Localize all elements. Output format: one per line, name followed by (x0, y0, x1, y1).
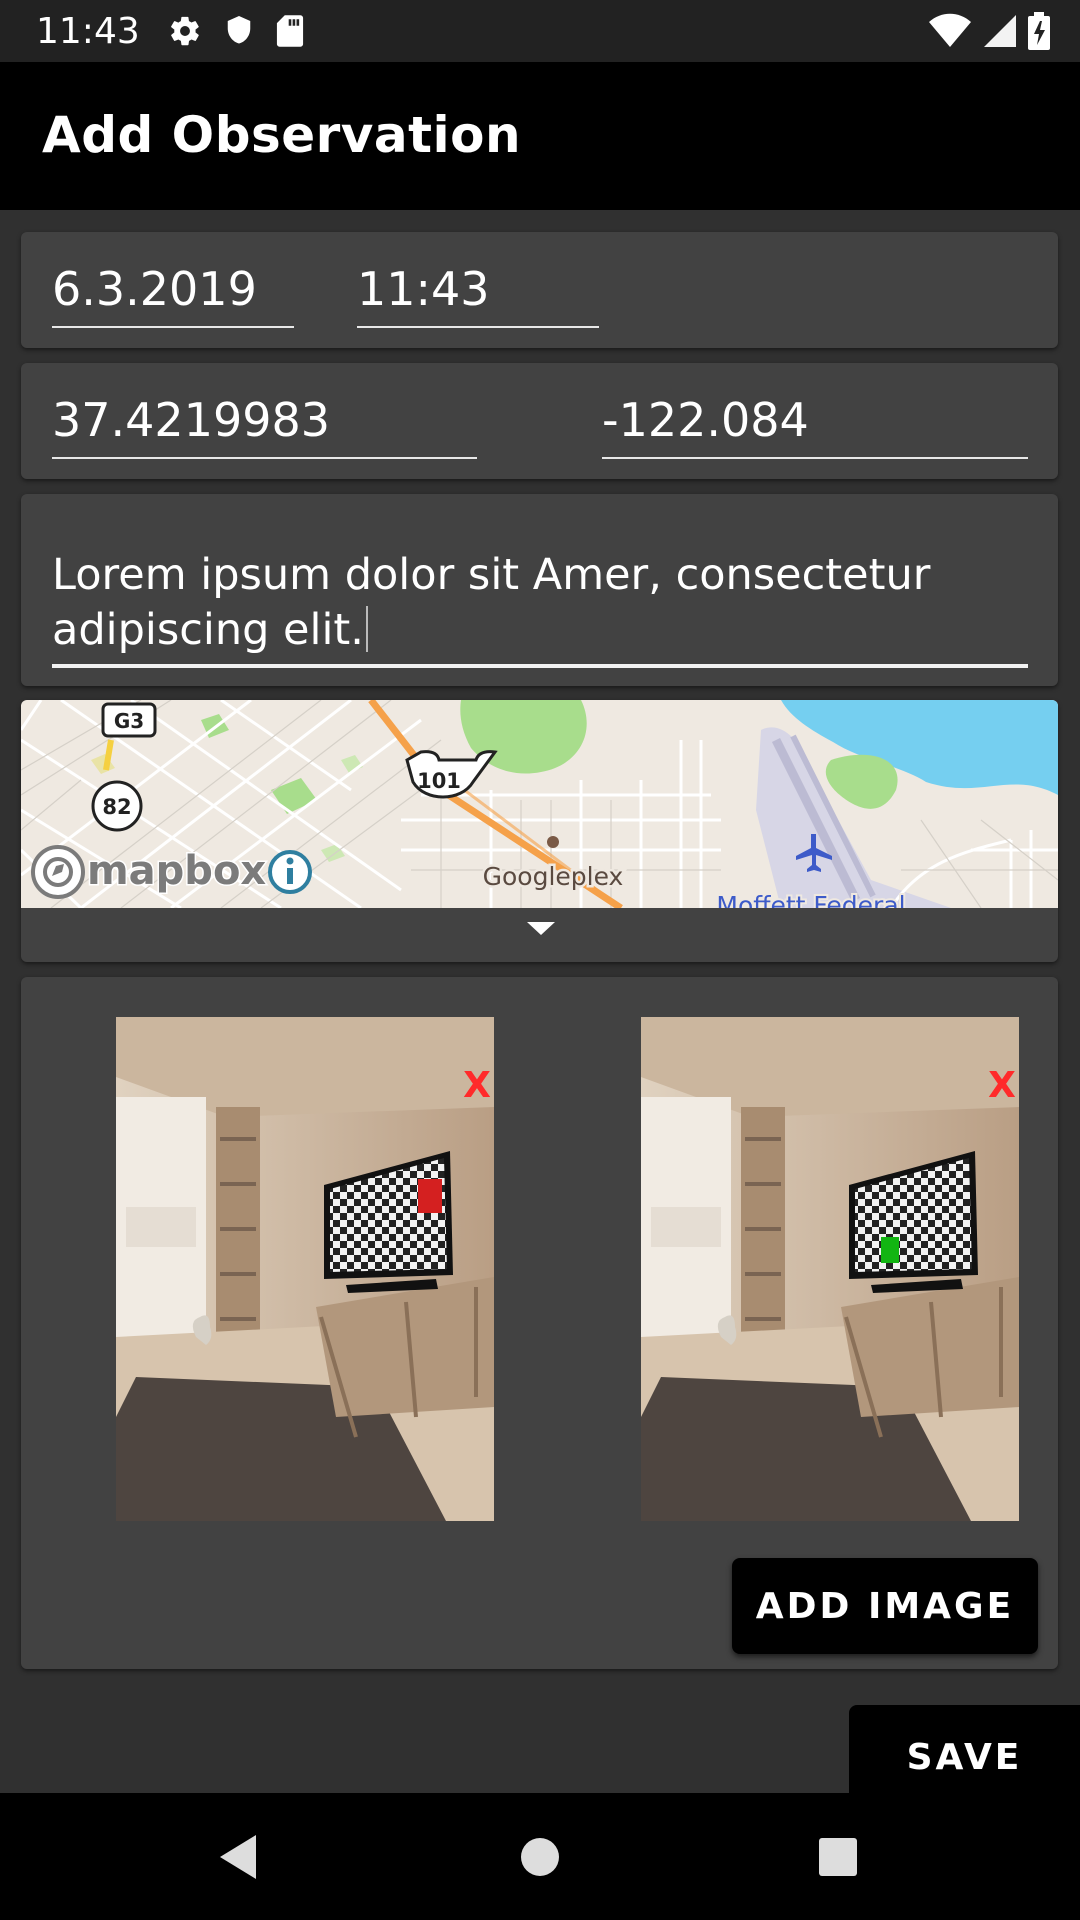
map-card: G3 82 101 Googleplex Moffett Federal map… (21, 700, 1058, 962)
signal-icon (984, 15, 1016, 47)
recents-button[interactable] (806, 1825, 870, 1889)
images-card: X X ADD IMAGE (21, 977, 1058, 1669)
map-info-icon[interactable] (268, 850, 312, 894)
shield-icon (227, 16, 250, 44)
marker-2 (881, 1237, 899, 1263)
time-field[interactable]: 11:43 (357, 262, 599, 328)
battery-icon (1028, 12, 1050, 50)
marker-1 (418, 1179, 442, 1213)
status-time: 11:43 (36, 10, 140, 52)
app-bar: Add Observation (0, 62, 1080, 210)
date-field[interactable]: 6.3.2019 (52, 262, 294, 328)
home-icon (521, 1838, 559, 1876)
settings-icon (170, 16, 199, 46)
description-text: Lorem ipsum dolor sit Amer, consectetur … (52, 550, 931, 655)
latitude-field[interactable]: 37.4219983 (52, 393, 477, 459)
datetime-card: 6.3.2019 11:43 (21, 232, 1058, 348)
mapbox-logo-text: mapbox (87, 848, 266, 894)
description-field[interactable]: Lorem ipsum dolor sit Amer, consectetur … (52, 548, 1028, 668)
observation-image-1[interactable]: X (116, 1017, 494, 1521)
description-card: Lorem ipsum dolor sit Amer, consectetur … (21, 494, 1058, 686)
status-bar: 11:43 (0, 0, 1080, 62)
room-photo-2 (641, 1017, 1019, 1521)
map-graphic: G3 82 101 Googleplex Moffett Federal map… (21, 700, 1058, 908)
text-cursor (365, 606, 368, 652)
map-view[interactable]: G3 82 101 Googleplex Moffett Federal map… (21, 700, 1058, 908)
add-image-button[interactable]: ADD IMAGE (732, 1558, 1038, 1654)
sd-card-icon (276, 15, 303, 47)
location-card: 37.4219983 -122.084 (21, 363, 1058, 479)
route-82-label: 82 (102, 795, 131, 819)
route-101-label: 101 (417, 769, 461, 793)
route-g3-label: G3 (114, 709, 144, 733)
room-photo-1 (116, 1017, 494, 1521)
map-place-googleplex: Googleplex (483, 862, 624, 891)
back-button[interactable] (206, 1825, 270, 1889)
remove-image-2-button[interactable]: X (987, 1065, 1017, 1106)
back-icon (220, 1835, 256, 1879)
expand-map-icon[interactable] (527, 922, 555, 935)
mapbox-logo[interactable]: mapbox (31, 845, 268, 899)
wifi-icon (929, 13, 971, 47)
page-title: Add Observation (42, 106, 522, 164)
home-button[interactable] (508, 1825, 572, 1889)
navigation-bar (0, 1793, 1080, 1920)
longitude-field[interactable]: -122.084 (602, 393, 1028, 459)
observation-image-2[interactable]: X (641, 1017, 1019, 1521)
map-place-moffett: Moffett Federal (716, 891, 905, 908)
remove-image-1-button[interactable]: X (462, 1065, 492, 1106)
recents-icon (819, 1838, 857, 1876)
